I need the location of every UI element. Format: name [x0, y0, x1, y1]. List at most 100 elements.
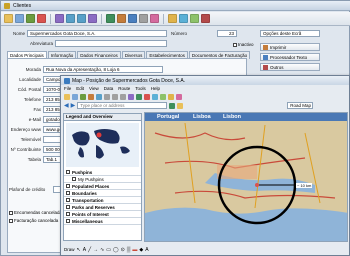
- endereco-label: Endereço www: [10, 127, 41, 132]
- find-icon[interactable]: [136, 93, 142, 100]
- settings-icon[interactable]: [139, 14, 148, 23]
- legend-item[interactable]: Miscellaneous: [64, 218, 141, 225]
- draw-label[interactable]: Draw: [64, 247, 75, 252]
- menu-help[interactable]: Help: [151, 86, 160, 91]
- last-icon[interactable]: [88, 14, 97, 23]
- pushpin-icon[interactable]: [160, 93, 166, 100]
- next-icon[interactable]: [77, 14, 86, 23]
- fill-color-icon[interactable]: ◆: [139, 247, 143, 253]
- legend-item[interactable]: Boundaries: [64, 190, 141, 197]
- previous-icon[interactable]: [66, 14, 75, 23]
- morada-label: Morada: [25, 67, 41, 72]
- legend-item[interactable]: Points of Interest: [64, 211, 141, 218]
- processador-button[interactable]: Processador Texto: [260, 53, 320, 61]
- cut-icon[interactable]: [104, 93, 110, 100]
- legend-item[interactable]: Parks and Reserves: [64, 204, 141, 211]
- print-map-icon[interactable]: [88, 93, 94, 100]
- menu-route[interactable]: Route: [118, 86, 130, 91]
- line-color-icon[interactable]: ▬: [132, 247, 137, 253]
- select-icon[interactable]: ↖: [77, 247, 81, 253]
- new-map-icon[interactable]: [64, 93, 70, 100]
- inactivo-checkbox[interactable]: [233, 43, 237, 47]
- go-icon[interactable]: [169, 102, 176, 109]
- legend-item[interactable]: Transportation: [64, 197, 141, 204]
- arrow-icon[interactable]: →: [93, 247, 98, 253]
- copy-icon[interactable]: [112, 93, 118, 100]
- text-icon[interactable]: A: [83, 247, 86, 253]
- search-icon[interactable]: [106, 14, 115, 23]
- find-nearby-icon[interactable]: [177, 102, 184, 109]
- legend-label: Pushpins: [72, 169, 93, 175]
- legend-panel: Legend and Overview Pushpins My Pushpins…: [63, 113, 142, 241]
- legend-label: Populated Places: [72, 183, 110, 189]
- map-window: Map - Posição de Supermercados Gota Doce…: [60, 75, 350, 256]
- open-map-icon[interactable]: [72, 93, 78, 100]
- email-map-icon[interactable]: [96, 93, 102, 100]
- email-icon[interactable]: [128, 14, 137, 23]
- encomendas-checkbox[interactable]: [9, 211, 13, 215]
- back-icon[interactable]: ◀: [64, 102, 69, 109]
- abreviatura-field[interactable]: [55, 40, 167, 47]
- zoom-icon[interactable]: [176, 93, 182, 100]
- faturacao-checkbox[interactable]: [9, 219, 13, 223]
- route-icon[interactable]: [144, 93, 150, 100]
- legend-checkbox[interactable]: [66, 219, 70, 223]
- print-icon[interactable]: [117, 14, 126, 23]
- font-color-icon[interactable]: A: [145, 247, 148, 253]
- outros-icon: [263, 64, 268, 70]
- menu-tools[interactable]: Tools: [135, 86, 146, 91]
- menu-data[interactable]: Data: [104, 86, 114, 91]
- forward-icon[interactable]: ▶: [71, 102, 76, 109]
- undo-icon[interactable]: [128, 93, 134, 100]
- save-icon[interactable]: [26, 14, 35, 23]
- legend-checkbox[interactable]: [72, 177, 76, 181]
- map-style-dropdown[interactable]: Road Map: [287, 102, 314, 109]
- address-input[interactable]: Type place or address: [77, 102, 168, 109]
- numero-field[interactable]: 23: [217, 30, 237, 37]
- first-icon[interactable]: [55, 14, 64, 23]
- highlight-icon[interactable]: ▒: [127, 247, 131, 253]
- folder-icon[interactable]: [168, 14, 177, 23]
- legend-checkbox[interactable]: [66, 212, 70, 216]
- report-icon[interactable]: [190, 14, 199, 23]
- help-icon[interactable]: [150, 14, 159, 23]
- menu-file[interactable]: File: [64, 86, 71, 91]
- new-icon[interactable]: [4, 14, 13, 23]
- legend-item[interactable]: Populated Places: [64, 183, 141, 190]
- menu-edit[interactable]: Edit: [76, 86, 84, 91]
- legend-icon[interactable]: [168, 93, 174, 100]
- telefone-label: Telefone: [23, 97, 41, 102]
- paste-icon[interactable]: [120, 93, 126, 100]
- nome-field[interactable]: Supermercados Gota Doce, S.A.: [27, 30, 167, 37]
- map-menubar: File Edit View Data Route Tools Help: [61, 85, 349, 92]
- freeform-icon[interactable]: ∿: [100, 247, 104, 253]
- map-view[interactable]: Portugal Lisboa Lisbon ~ 10 km: [144, 112, 348, 242]
- close-icon[interactable]: [201, 14, 210, 23]
- legend-item[interactable]: Pushpins: [64, 169, 141, 176]
- morada-field[interactable]: Rua Nova da Apresentação, 8 Loja 6: [43, 66, 163, 73]
- oval-icon[interactable]: ◯: [113, 247, 119, 253]
- globe-icon[interactable]: [179, 14, 188, 23]
- open-icon[interactable]: [15, 14, 24, 23]
- map-label-lisboa: Lisboa: [193, 114, 211, 120]
- overview-map[interactable]: [66, 123, 139, 167]
- options-dropdown[interactable]: Opções deste Ecrã: [260, 30, 320, 37]
- legend-checkbox[interactable]: [66, 198, 70, 202]
- legend-checkbox[interactable]: [66, 205, 70, 209]
- legend-checkbox[interactable]: [66, 191, 70, 195]
- radius-icon[interactable]: ⊙: [121, 247, 125, 253]
- outros-button[interactable]: Outros: [260, 63, 320, 71]
- line-icon[interactable]: ╱: [88, 247, 91, 253]
- legend-checkbox[interactable]: [66, 170, 70, 174]
- menu-view[interactable]: View: [89, 86, 99, 91]
- faturacao-label: Facturação cancelada: [14, 218, 59, 223]
- directions-icon[interactable]: [152, 93, 158, 100]
- nome-label: Nome: [12, 31, 25, 36]
- save-map-icon[interactable]: [80, 93, 86, 100]
- legend-item[interactable]: My Pushpins: [64, 176, 141, 183]
- delete-icon[interactable]: [37, 14, 46, 23]
- legend-checkbox[interactable]: [66, 184, 70, 188]
- imprimir-button[interactable]: Imprimir: [260, 43, 320, 51]
- map-app-icon: [64, 77, 70, 84]
- rectangle-icon[interactable]: ▭: [106, 247, 111, 253]
